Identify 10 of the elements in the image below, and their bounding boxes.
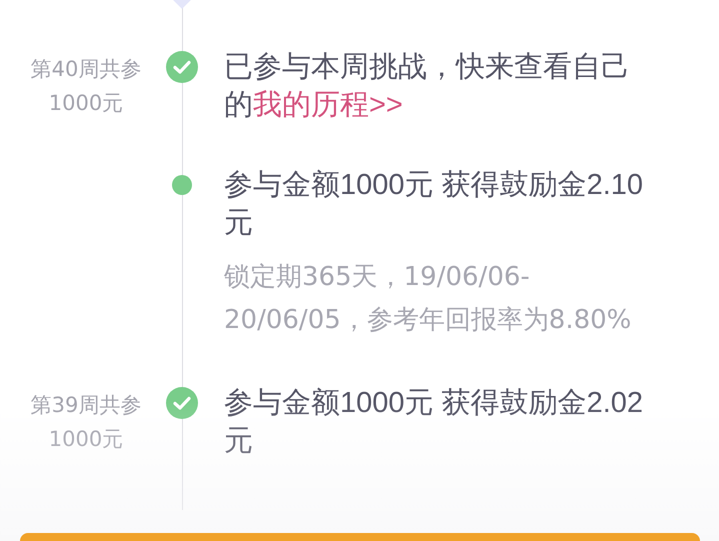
check-icon xyxy=(166,51,198,83)
entry-detail: 锁定期365天，19/06/06-20/06/05，参考年回报率为8.80% xyxy=(224,261,632,337)
entry-text: 已参与本周挑战，快来查看自己的我的历程>> xyxy=(224,50,631,123)
entry-text: 参与金额1000元 获得鼓励金2.10元 xyxy=(224,168,644,241)
timeline-dot xyxy=(172,175,192,195)
week-label: 第39周共参1000元 xyxy=(30,392,142,453)
check-icon xyxy=(166,387,198,419)
entry-text: 参与金额1000元 获得鼓励金2.02元 xyxy=(224,386,644,459)
history-link[interactable]: 我的历程>> xyxy=(253,89,403,121)
week-label: 第40周共参1000元 xyxy=(30,56,142,117)
